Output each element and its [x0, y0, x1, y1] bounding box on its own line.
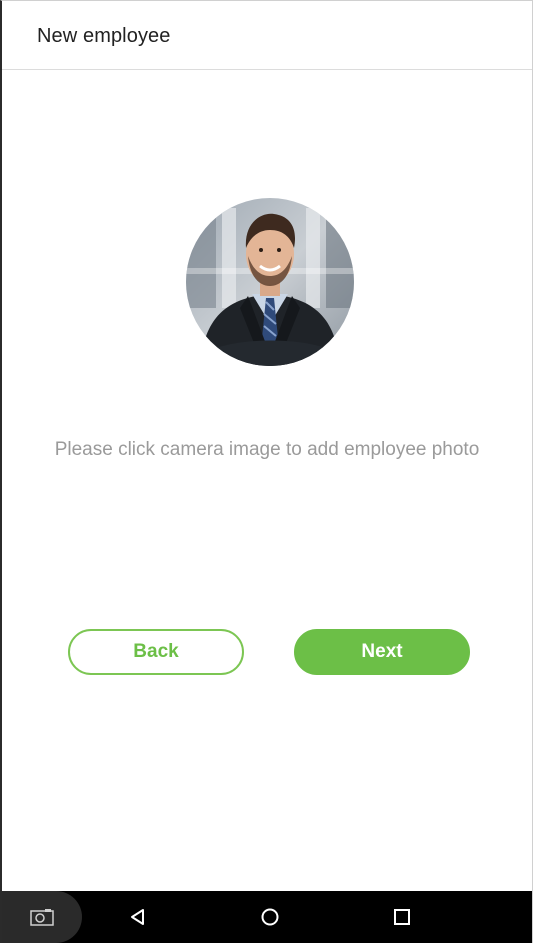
camera-icon: [30, 909, 54, 926]
employee-photo-button[interactable]: [186, 198, 354, 366]
next-button[interactable]: Next: [294, 629, 470, 675]
back-triangle-icon: [131, 909, 144, 925]
system-nav-bar: [2, 891, 532, 943]
employee-photo: [186, 198, 354, 366]
photo-hint-text: Please click camera image to add employe…: [54, 439, 480, 460]
home-circle-icon: [261, 908, 279, 926]
back-button[interactable]: Back: [68, 629, 244, 675]
page-title: New employee: [37, 25, 171, 47]
title-bar: New employee: [2, 1, 532, 70]
camera-nav-button[interactable]: [2, 891, 82, 943]
recents-square-icon: [394, 909, 410, 925]
nav-back-button[interactable]: [114, 891, 162, 943]
nav-recents-button[interactable]: [378, 891, 426, 943]
nav-home-button[interactable]: [246, 891, 294, 943]
app-screen: New employee Please click camera image t…: [0, 0, 533, 943]
